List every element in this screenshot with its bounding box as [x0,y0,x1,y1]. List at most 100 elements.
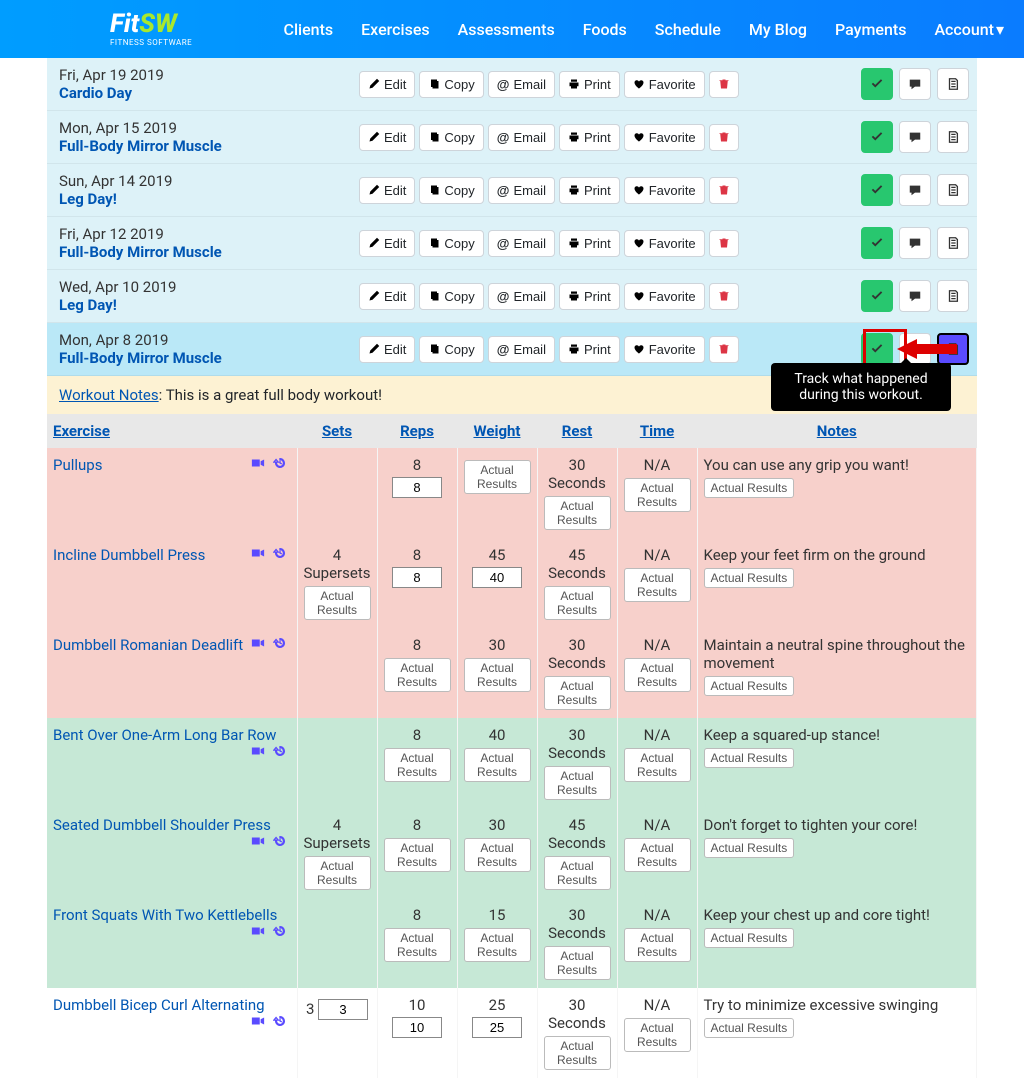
actual-results-button[interactable]: Actual Results [544,946,611,980]
edit-button[interactable]: Edit [359,336,415,363]
actual-results-button[interactable]: Actual Results [304,586,371,620]
nav-account[interactable]: Account▾ [934,20,1004,39]
actual-results-button[interactable]: Actual Results [624,928,691,962]
track-notes-button[interactable] [937,68,969,100]
email-button[interactable]: @Email [488,283,555,310]
workout-name[interactable]: Cardio Day [59,84,359,102]
edit-button[interactable]: Edit [359,124,415,151]
history-icon[interactable] [273,636,287,650]
complete-check-button[interactable] [861,227,893,259]
video-icon[interactable] [251,1014,265,1028]
header-exercise[interactable]: Exercise [47,414,297,448]
complete-check-button[interactable] [861,68,893,100]
workout-row[interactable]: Fri, Apr 19 2019 Cardio Day Edit Copy @E… [47,58,977,111]
actual-results-button[interactable]: Actual Results [704,748,795,768]
workout-row[interactable]: Mon, Apr 15 2019 Full-Body Mirror Muscle… [47,111,977,164]
actual-results-button[interactable]: Actual Results [544,766,611,800]
actual-results-button[interactable]: Actual Results [704,478,795,498]
nav-myblog[interactable]: My Blog [749,20,807,39]
actual-results-button[interactable]: Actual Results [544,496,611,530]
complete-check-button[interactable] [861,333,893,365]
complete-check-button[interactable] [861,121,893,153]
actual-results-button[interactable]: Actual Results [624,568,691,602]
track-notes-button[interactable] [937,121,969,153]
actual-results-button[interactable]: Actual Results [704,568,795,588]
workout-name[interactable]: Full-Body Mirror Muscle [59,243,359,261]
favorite-button[interactable]: Favorite [624,283,705,310]
actual-results-button[interactable]: Actual Results [624,748,691,782]
favorite-button[interactable]: Favorite [624,124,705,151]
actual-results-button[interactable]: Actual Results [304,856,371,890]
video-icon[interactable] [251,744,265,758]
actual-results-button[interactable]: Actual Results [544,1036,611,1070]
chat-button[interactable] [899,121,931,153]
video-icon[interactable] [251,456,265,470]
copy-button[interactable]: Copy [419,230,483,257]
sets-input[interactable] [318,999,368,1020]
print-button[interactable]: Print [559,230,620,257]
actual-results-button[interactable]: Actual Results [464,748,531,782]
reps-input[interactable] [392,567,442,588]
video-icon[interactable] [251,924,265,938]
delete-button[interactable] [709,71,739,98]
actual-results-button[interactable]: Actual Results [464,838,531,872]
actual-results-button[interactable]: Actual Results [544,856,611,890]
history-icon[interactable] [273,546,287,560]
track-notes-button[interactable] [937,174,969,206]
email-button[interactable]: @Email [488,71,555,98]
track-notes-button[interactable] [937,280,969,312]
video-icon[interactable] [251,834,265,848]
nav-clients[interactable]: Clients [284,20,334,39]
favorite-button[interactable]: Favorite [624,230,705,257]
nav-schedule[interactable]: Schedule [655,20,721,39]
copy-button[interactable]: Copy [419,283,483,310]
copy-button[interactable]: Copy [419,177,483,204]
workout-name[interactable]: Leg Day! [59,190,359,208]
delete-button[interactable] [709,230,739,257]
exercise-name[interactable]: Bent Over One-Arm Long Bar Row [53,726,276,744]
exercise-name[interactable]: Dumbbell Bicep Curl Alternating [53,996,265,1014]
delete-button[interactable] [709,177,739,204]
print-button[interactable]: Print [559,124,620,151]
nav-exercises[interactable]: Exercises [361,20,429,39]
actual-results-button[interactable]: Actual Results [464,460,531,494]
chat-button[interactable] [899,227,931,259]
actual-results-button[interactable]: Actual Results [704,1018,795,1038]
actual-results-button[interactable]: Actual Results [624,478,691,512]
actual-results-button[interactable]: Actual Results [384,748,451,782]
header-time[interactable]: Time [617,414,697,448]
copy-button[interactable]: Copy [419,124,483,151]
edit-button[interactable]: Edit [359,230,415,257]
history-icon[interactable] [273,456,287,470]
header-sets[interactable]: Sets [297,414,377,448]
history-icon[interactable] [273,1014,287,1028]
nav-assessments[interactable]: Assessments [458,20,555,39]
actual-results-button[interactable]: Actual Results [704,928,795,948]
actual-results-button[interactable]: Actual Results [624,838,691,872]
reps-input[interactable] [392,1017,442,1038]
favorite-button[interactable]: Favorite [624,177,705,204]
video-icon[interactable] [251,636,265,650]
email-button[interactable]: @Email [488,336,555,363]
history-icon[interactable] [273,834,287,848]
edit-button[interactable]: Edit [359,283,415,310]
chat-button[interactable] [899,68,931,100]
actual-results-button[interactable]: Actual Results [624,1018,691,1052]
actual-results-button[interactable]: Actual Results [704,838,795,858]
actual-results-button[interactable]: Actual Results [544,586,611,620]
email-button[interactable]: @Email [488,124,555,151]
actual-results-button[interactable]: Actual Results [544,676,611,710]
copy-button[interactable]: Copy [419,336,483,363]
weight-input[interactable] [472,1017,522,1038]
chat-button[interactable] [899,280,931,312]
print-button[interactable]: Print [559,177,620,204]
actual-results-button[interactable]: Actual Results [624,658,691,692]
delete-button[interactable] [709,336,739,363]
workout-row[interactable]: Wed, Apr 10 2019 Leg Day! Edit Copy @Ema… [47,270,977,323]
exercise-name[interactable]: Pullups [53,456,102,474]
actual-results-button[interactable]: Actual Results [464,658,531,692]
track-notes-button[interactable] [937,227,969,259]
video-icon[interactable] [251,546,265,560]
actual-results-button[interactable]: Actual Results [384,838,451,872]
delete-button[interactable] [709,124,739,151]
